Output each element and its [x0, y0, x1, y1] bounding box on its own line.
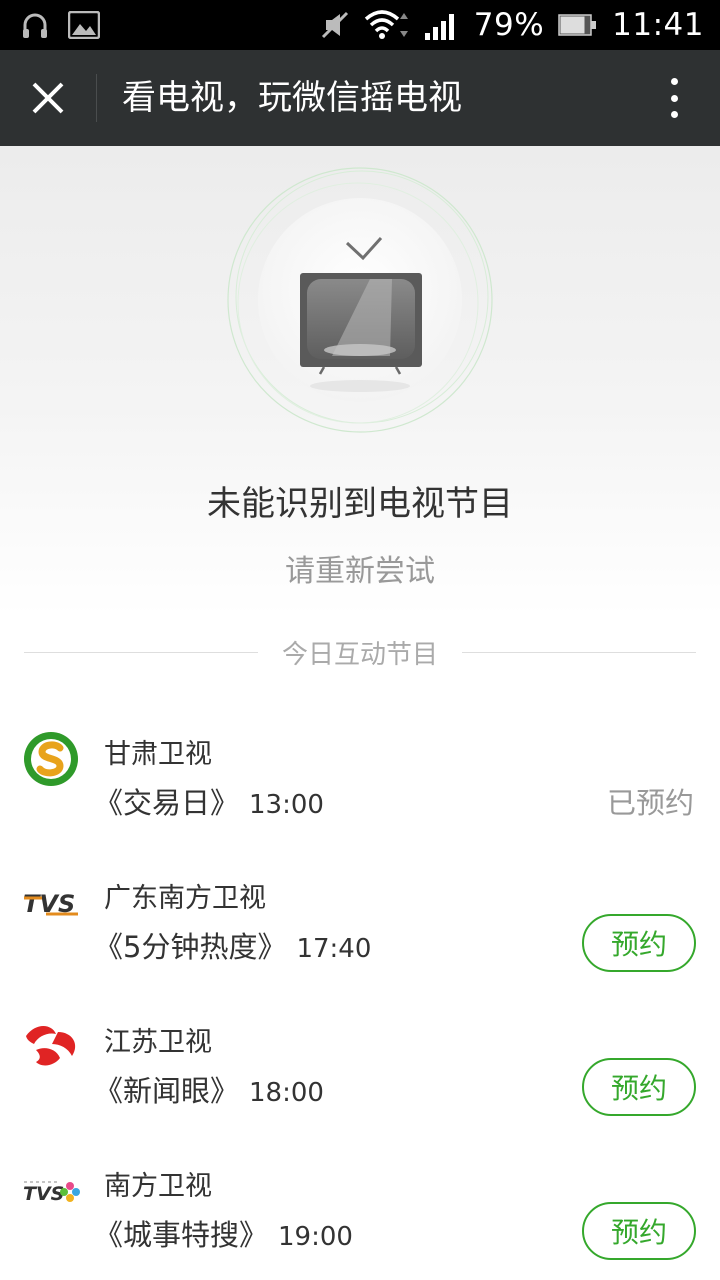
shake-result-panel: 未能识别到电视节目 请重新尝试 — [0, 146, 720, 616]
program-item[interactable]: TVS 南方卫视 《城事特搜》 19:00 预约 — [0, 1154, 720, 1280]
program-title: 《交易日》 — [94, 786, 240, 820]
image-icon — [68, 11, 100, 39]
mute-icon — [321, 11, 348, 39]
program-item[interactable]: 甘肃卫视 《交易日》 13:00 已预约 — [0, 722, 720, 866]
reserved-status: 已预约 — [606, 786, 694, 820]
section-divider-right — [462, 651, 697, 653]
program-title: 《新闻眼》 — [94, 1074, 240, 1108]
section-label: 今日互动节目 — [282, 639, 439, 670]
close-icon — [32, 82, 64, 114]
jiangsu-tv-logo — [22, 1018, 80, 1076]
title-divider — [96, 74, 97, 122]
more-menu-button[interactable] — [664, 74, 684, 122]
result-subtitle: 请重新尝试 — [285, 554, 435, 589]
section-divider-left — [24, 651, 258, 653]
program-item[interactable]: 江苏卫视 《新闻眼》 18:00 预约 — [0, 1010, 720, 1154]
notification-icons — [20, 10, 100, 40]
more-dot-icon — [670, 78, 678, 85]
reserve-button[interactable]: 预约 — [582, 1058, 696, 1116]
result-title: 未能识别到电视节目 — [207, 484, 513, 524]
system-icons: 79% 11:41 — [320, 0, 704, 50]
more-dot-icon — [670, 94, 678, 102]
battery-percent: 79% — [473, 7, 545, 43]
program-time: 18:00 — [249, 1078, 324, 1108]
reserve-button[interactable]: 预约 — [582, 914, 696, 972]
program-item[interactable]: TVS 广东南方卫视 《5分钟热度》 17:40 预约 — [0, 866, 720, 1010]
wifi-icon — [364, 10, 408, 39]
program-info: 《城事特搜》 19:00 — [94, 1212, 353, 1254]
clock: 11:41 — [612, 7, 704, 43]
page-title: 看电视，玩微信摇电视 — [122, 78, 462, 118]
title-bar: 看电视，玩微信摇电视 — [0, 50, 720, 146]
gansu-tv-logo — [22, 730, 80, 788]
program-info: 《新闻眼》 18:00 — [94, 1068, 324, 1110]
channel-name: 南方卫视 — [104, 1171, 212, 1202]
program-time: 17:40 — [296, 934, 372, 964]
signal-icon — [424, 14, 454, 40]
program-title: 《城事特搜》 — [94, 1218, 269, 1252]
reserve-button[interactable]: 预约 — [582, 1202, 696, 1260]
svg-text:TVS: TVS — [23, 1183, 64, 1205]
headset-icon — [23, 13, 47, 38]
program-time: 19:00 — [278, 1222, 353, 1252]
more-dot-icon — [670, 111, 678, 118]
program-title: 《5分钟热度》 — [94, 930, 287, 964]
channel-name: 江苏卫视 — [104, 1027, 212, 1058]
tv-illustration — [220, 166, 500, 446]
tv-icon — [227, 167, 493, 433]
channel-name: 甘肃卫视 — [104, 739, 212, 770]
status-bar: 79% 11:41 — [0, 0, 720, 50]
channel-name: 广东南方卫视 — [104, 883, 266, 914]
tvs-logo: TVS — [22, 874, 80, 932]
section-header: 今日互动节目 — [24, 632, 697, 672]
battery-icon — [558, 14, 597, 36]
close-button[interactable] — [18, 68, 78, 128]
program-info: 《5分钟热度》 17:40 — [94, 924, 371, 966]
program-info: 《交易日》 13:00 — [94, 780, 324, 822]
program-time: 13:00 — [249, 790, 324, 820]
tvs-star-logo: TVS — [22, 1162, 80, 1220]
